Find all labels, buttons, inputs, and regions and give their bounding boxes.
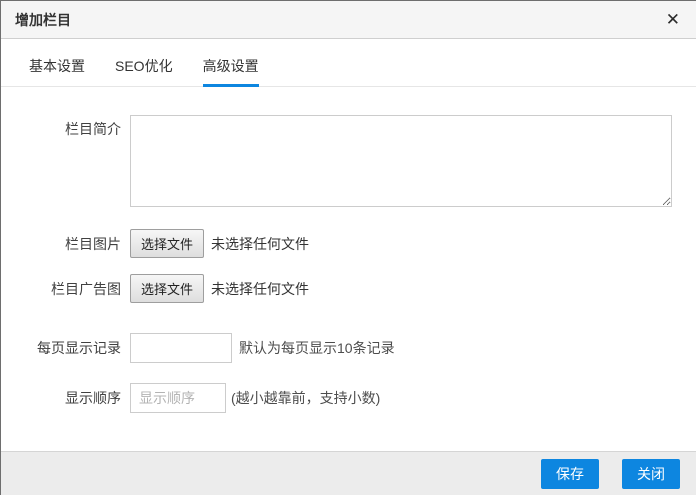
row-page-size: 每页显示记录 默认为每页显示10条记录: [1, 333, 672, 363]
display-order-label: 显示顺序: [1, 388, 121, 408]
tab-seo-optimization[interactable]: SEO优化: [115, 56, 173, 86]
form-area: 栏目简介 栏目图片 选择文件 未选择任何文件 栏目广告图 选择文件 未选择任何文…: [1, 87, 696, 451]
row-column-ad-image: 栏目广告图 选择文件 未选择任何文件: [1, 274, 672, 303]
row-column-intro: 栏目简介: [1, 115, 672, 207]
tab-advanced-settings[interactable]: 高级设置: [203, 56, 259, 86]
tab-bar: 基本设置 SEO优化 高级设置: [1, 56, 696, 87]
column-intro-textarea[interactable]: [130, 115, 672, 207]
dialog-header: 增加栏目 ✕: [1, 1, 696, 39]
column-image-label: 栏目图片: [1, 234, 121, 254]
column-ad-image-label: 栏目广告图: [1, 279, 121, 299]
close-button[interactable]: 关闭: [622, 459, 680, 489]
display-order-hint: (越小越靠前，支持小数): [231, 388, 380, 408]
add-column-dialog: 增加栏目 ✕ 基本设置 SEO优化 高级设置 栏目简介 栏目图片 选择文件 未选…: [0, 0, 696, 495]
row-display-order: 显示顺序 (越小越靠前，支持小数): [1, 383, 672, 413]
save-button[interactable]: 保存: [541, 459, 599, 489]
page-size-label: 每页显示记录: [1, 338, 121, 358]
page-size-hint: 默认为每页显示10条记录: [239, 338, 395, 358]
page-size-input[interactable]: [130, 333, 232, 363]
column-ad-image-file-status: 未选择任何文件: [211, 279, 309, 299]
row-column-image: 栏目图片 选择文件 未选择任何文件: [1, 229, 672, 258]
tab-basic-settings[interactable]: 基本设置: [29, 56, 85, 86]
dialog-footer: 保存 关闭: [1, 451, 696, 495]
column-image-choose-file-button[interactable]: 选择文件: [130, 229, 204, 258]
dialog-title: 增加栏目: [15, 10, 71, 30]
close-icon[interactable]: ✕: [666, 11, 680, 28]
display-order-input[interactable]: [130, 383, 226, 413]
column-ad-image-choose-file-button[interactable]: 选择文件: [130, 274, 204, 303]
column-intro-label: 栏目简介: [1, 119, 121, 139]
column-image-file-status: 未选择任何文件: [211, 234, 309, 254]
